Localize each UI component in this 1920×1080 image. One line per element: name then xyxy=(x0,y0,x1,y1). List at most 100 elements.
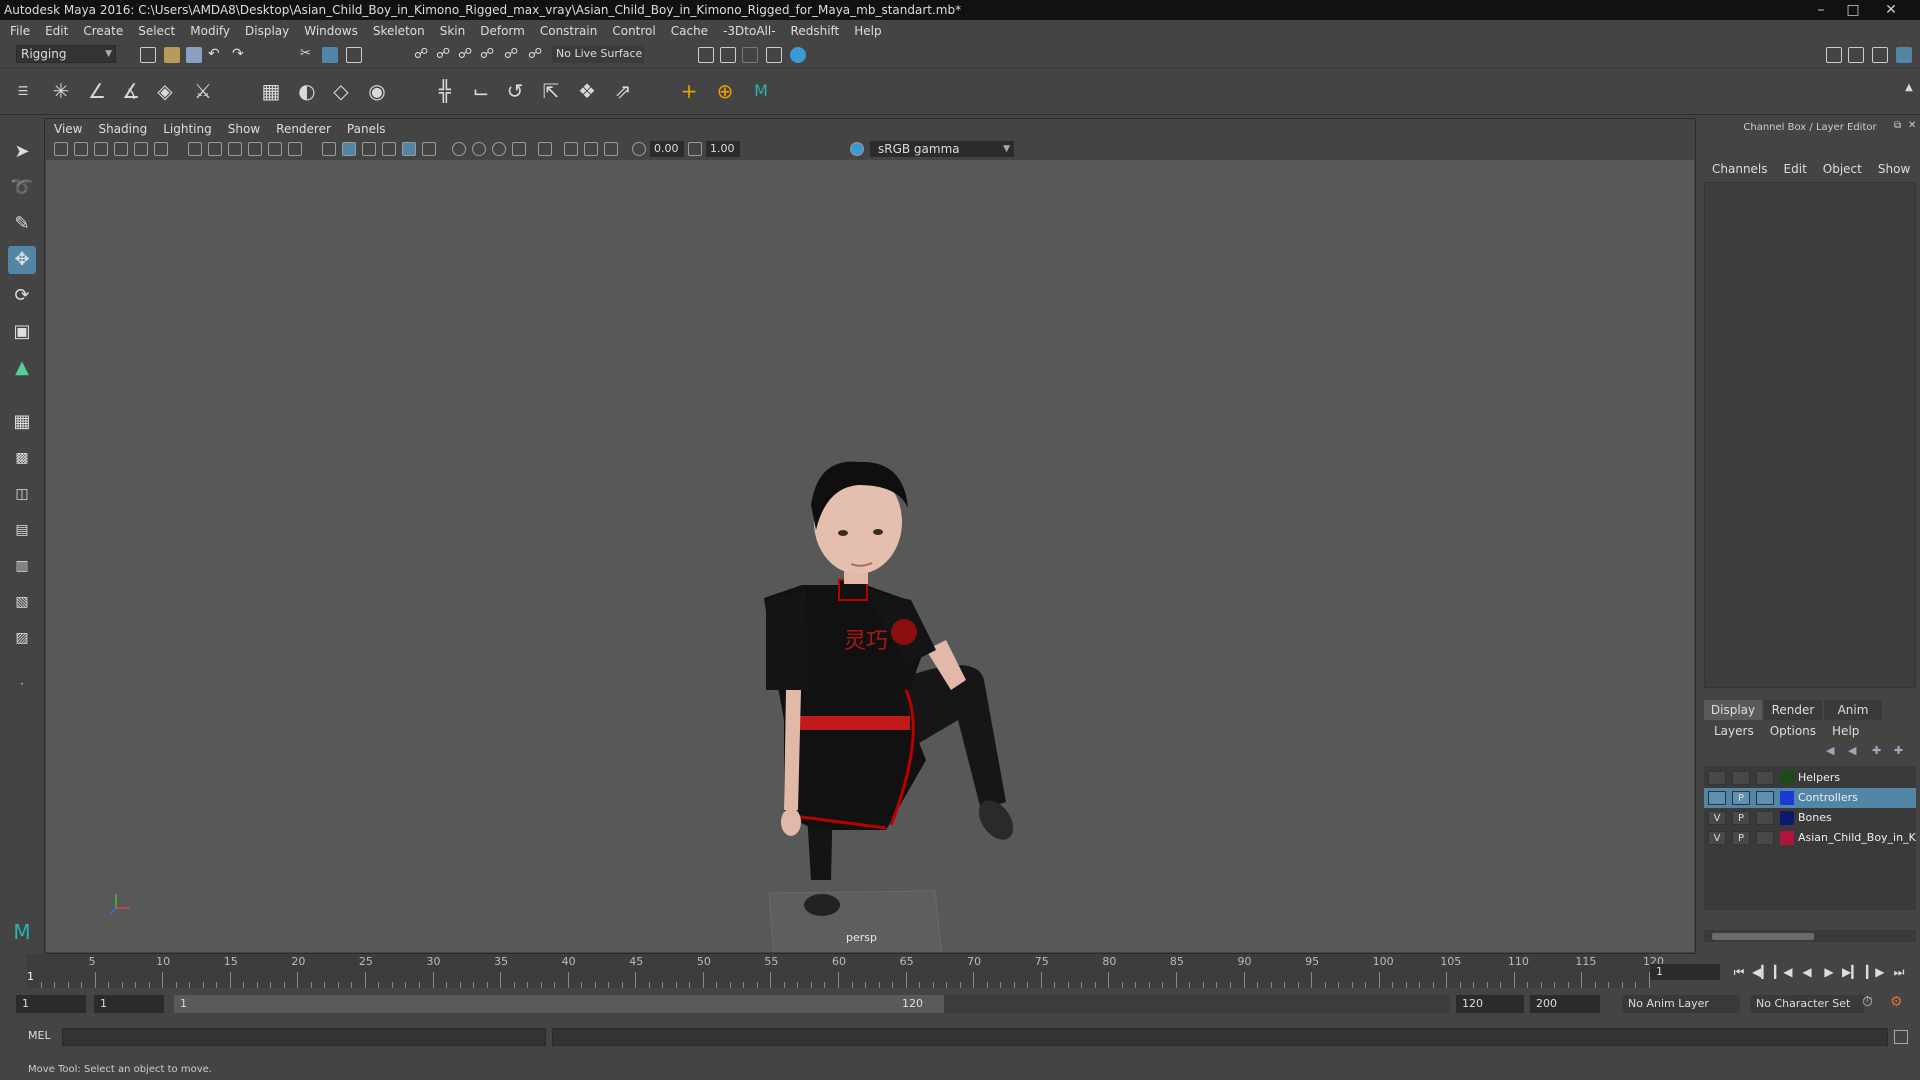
menu-display[interactable]: Display xyxy=(245,24,289,38)
layer-playback-toggle[interactable]: P xyxy=(1732,811,1750,825)
current-frame-field[interactable]: 1 xyxy=(1650,964,1720,980)
menu-skeleton[interactable]: Skeleton xyxy=(373,24,425,38)
vp-menu-lighting[interactable]: Lighting xyxy=(163,122,212,136)
gate-mask-icon[interactable] xyxy=(248,142,262,156)
shelf-scroll-icon[interactable]: ▲ xyxy=(1896,75,1920,101)
last-tool-icon[interactable]: ▲ xyxy=(8,354,36,382)
menu-create[interactable]: Create xyxy=(83,24,123,38)
menu-edit[interactable]: Edit xyxy=(45,24,68,38)
menu-modify[interactable]: Modify xyxy=(190,24,230,38)
wireframe-icon[interactable] xyxy=(322,142,336,156)
layer-visibility-toggle[interactable] xyxy=(1708,771,1726,785)
exposure-field[interactable]: 0.00 xyxy=(650,141,684,157)
xray-joints-icon[interactable] xyxy=(604,142,618,156)
script-editor-icon[interactable] xyxy=(1894,1030,1908,1044)
character-set-dropdown[interactable]: No Character Set xyxy=(1750,995,1864,1013)
orient-constraint-icon[interactable]: ↺ xyxy=(502,78,528,104)
anim-layer-dropdown[interactable]: No Anim Layer xyxy=(1622,995,1740,1013)
minimize-icon[interactable]: – xyxy=(1806,0,1836,20)
cluster-handle-icon[interactable]: ⊕ xyxy=(712,78,738,104)
layout-two-view-icon[interactable]: ◫ xyxy=(8,480,36,508)
wrap-icon[interactable]: ◇ xyxy=(328,78,354,104)
vp-menu-view[interactable]: View xyxy=(54,122,82,136)
layer-color-swatch[interactable] xyxy=(1780,791,1794,805)
select-object-icon[interactable] xyxy=(322,47,338,63)
cb-menu-channels[interactable]: Channels xyxy=(1712,162,1768,176)
layer-display-type[interactable] xyxy=(1756,811,1774,825)
animation-end-field[interactable]: 200 xyxy=(1530,995,1600,1013)
play-forwards-icon[interactable]: ▶ xyxy=(1820,964,1838,980)
new-layer-icon[interactable]: ✚ xyxy=(1872,744,1881,757)
isolate-select-icon[interactable] xyxy=(564,142,578,156)
safe-action-icon[interactable] xyxy=(288,142,302,156)
quick-layout-single-icon[interactable]: ▦ xyxy=(8,408,36,436)
layer-menu-layers[interactable]: Layers xyxy=(1714,724,1754,738)
textured-icon[interactable] xyxy=(402,142,416,156)
command-input[interactable] xyxy=(62,1028,546,1046)
menu-3dtoall[interactable]: -3DtoAll- xyxy=(723,24,775,38)
layout-hypershade-icon[interactable]: ▧ xyxy=(8,588,36,616)
layer-display-type[interactable] xyxy=(1756,831,1774,845)
select-hierarchy-icon[interactable]: ✂ xyxy=(300,47,316,63)
tool-settings-icon[interactable] xyxy=(1872,47,1888,63)
time-slider[interactable]: 5 10 15 20 25 30 35 40 45 50 55 60 65 70 75 80 85 90 95 100… xyxy=(0,954,1920,988)
layout-outliner-icon[interactable]: ▤ xyxy=(8,516,36,544)
layer-playback-toggle[interactable]: P xyxy=(1732,831,1750,845)
playback-end-field[interactable]: 120 xyxy=(1456,995,1524,1013)
xray-icon[interactable] xyxy=(584,142,598,156)
camera-select-icon[interactable] xyxy=(54,142,68,156)
close-icon[interactable]: ✕ xyxy=(1876,0,1906,20)
layer-color-swatch[interactable] xyxy=(1780,811,1794,825)
locator-icon[interactable]: + xyxy=(676,78,702,104)
bookmark-icon[interactable] xyxy=(94,142,108,156)
cb-menu-show[interactable]: Show xyxy=(1878,162,1910,176)
vp-menu-show[interactable]: Show xyxy=(228,122,260,136)
snap-live-icon[interactable]: ☍ xyxy=(528,47,544,63)
snap-curve-icon[interactable]: ☍ xyxy=(436,47,452,63)
step-back-key-icon[interactable]: ▎◀ xyxy=(1774,964,1792,980)
lasso-tool-icon[interactable]: ➰ xyxy=(8,174,36,202)
tab-anim[interactable]: Anim xyxy=(1824,700,1882,720)
point-constraint-icon[interactable]: ╬ xyxy=(432,78,458,104)
close-panel-icon[interactable]: ✕ xyxy=(1908,120,1916,131)
layout-graph-icon[interactable]: ▥ xyxy=(8,552,36,580)
layer-visibility-toggle[interactable]: V xyxy=(1708,831,1726,845)
layer-row[interactable]: Helpers xyxy=(1704,768,1916,788)
field-chart-icon[interactable] xyxy=(268,142,282,156)
layout-script-icon[interactable]: ▨ xyxy=(8,624,36,652)
layer-row[interactable]: P Controllers xyxy=(1704,788,1916,808)
menuset-dropdown[interactable]: Rigging ▼ xyxy=(16,45,116,63)
grease-pencil-icon[interactable] xyxy=(154,142,168,156)
parent-constraint-icon[interactable]: ❖ xyxy=(574,78,600,104)
go-to-start-icon[interactable]: ⏮ xyxy=(1730,964,1748,980)
select-component-icon[interactable] xyxy=(346,47,362,63)
menu-cache[interactable]: Cache xyxy=(671,24,708,38)
select-tool-icon[interactable]: ➤ xyxy=(8,138,36,166)
step-forward-frame-icon[interactable]: ▎▶ xyxy=(1866,964,1884,980)
go-to-end-icon[interactable]: ⏭ xyxy=(1890,964,1908,980)
lights-icon[interactable] xyxy=(422,142,436,156)
range-slider-handle[interactable]: 1 120 xyxy=(174,995,944,1013)
vp-menu-renderer[interactable]: Renderer xyxy=(276,122,331,136)
move-tool-icon[interactable]: ✥ xyxy=(8,246,36,274)
tab-render[interactable]: Render xyxy=(1764,700,1822,720)
channel-box-icon[interactable] xyxy=(1896,47,1912,63)
new-scene-icon[interactable] xyxy=(140,47,156,63)
scale-constraint-icon[interactable]: ⇱ xyxy=(538,78,564,104)
vp-menu-panels[interactable]: Panels xyxy=(347,122,386,136)
toolbox-expand-icon[interactable]: · xyxy=(8,670,36,698)
save-scene-icon[interactable] xyxy=(186,47,202,63)
hypershade-icon[interactable] xyxy=(790,47,806,63)
camera-attr-icon[interactable] xyxy=(74,142,88,156)
lattice-icon[interactable]: ▦ xyxy=(258,78,284,104)
pole-vector-icon[interactable]: ⇗ xyxy=(610,78,636,104)
layer-display-type[interactable] xyxy=(1756,791,1774,805)
scrollbar-thumb[interactable] xyxy=(1712,933,1814,940)
depth-of-field-icon[interactable] xyxy=(538,142,552,156)
snap-view-icon[interactable]: ☍ xyxy=(480,47,496,63)
perspective-viewport[interactable]: 灵巧 persp xyxy=(46,160,1694,952)
step-forward-key-icon[interactable]: ▶▎ xyxy=(1842,964,1860,980)
playback-start-field[interactable]: 1 xyxy=(94,995,164,1013)
menu-file[interactable]: File xyxy=(10,24,30,38)
shadows-icon[interactable] xyxy=(452,142,466,156)
